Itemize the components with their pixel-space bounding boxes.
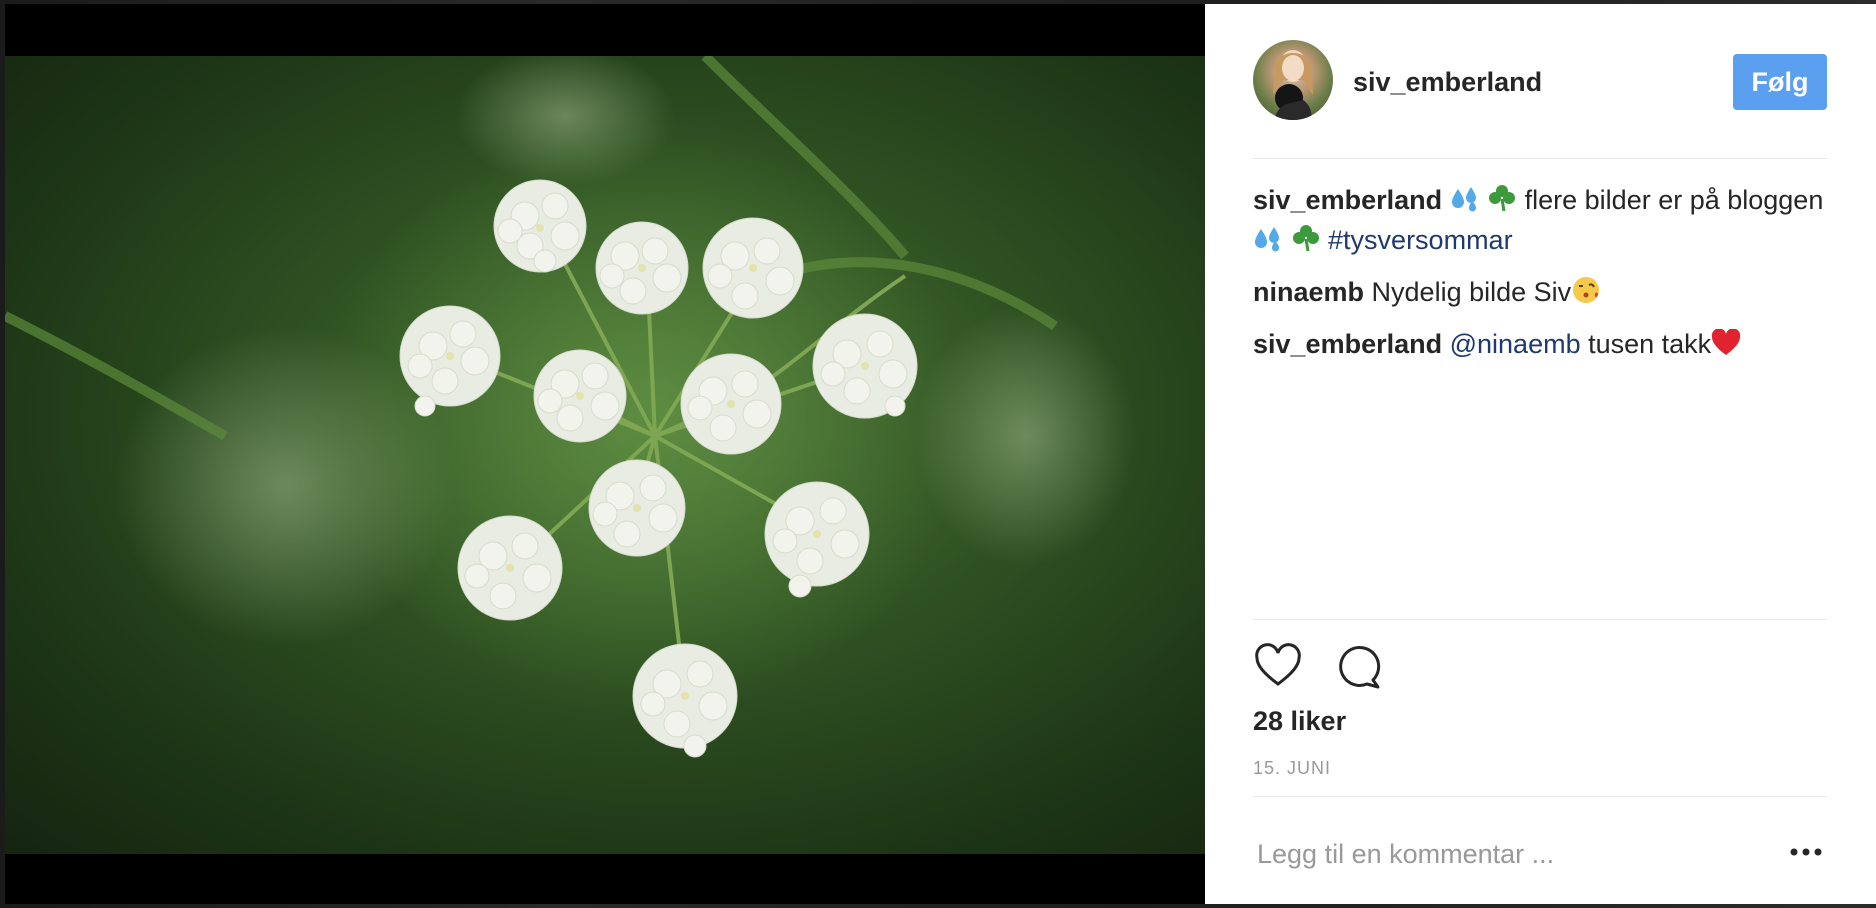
mention-link[interactable]: @ninaemb bbox=[1450, 329, 1581, 359]
post-side-panel: siv_emberland Følg siv_emberland flere b… bbox=[1205, 4, 1876, 904]
comment-item: siv_emberland flere bilder er på bloggen… bbox=[1253, 182, 1827, 262]
comment-divider bbox=[1253, 796, 1827, 797]
comment-text: Nydelig bilde Siv bbox=[1371, 277, 1572, 307]
post-photo[interactable] bbox=[5, 56, 1205, 854]
droplets-emoji bbox=[1450, 185, 1480, 222]
post-media bbox=[5, 4, 1205, 904]
droplets-emoji bbox=[1253, 225, 1283, 262]
post-modal: siv_emberland Følg siv_emberland flere b… bbox=[5, 4, 1876, 904]
hashtag-link[interactable]: #tysversommar bbox=[1328, 225, 1513, 255]
avatar-image bbox=[1273, 50, 1313, 120]
more-options-icon[interactable] bbox=[1789, 842, 1823, 862]
post-username[interactable]: siv_emberland bbox=[1353, 67, 1542, 98]
likes-count[interactable]: 28 liker bbox=[1253, 706, 1346, 737]
add-comment-box bbox=[1253, 824, 1827, 884]
red-heart-emoji bbox=[1711, 328, 1741, 366]
actions-divider bbox=[1253, 619, 1827, 620]
shamrock-emoji bbox=[1487, 183, 1517, 222]
post-date: 15. JUNI bbox=[1253, 758, 1332, 778]
comment-username[interactable]: siv_emberland bbox=[1253, 185, 1442, 215]
comment-username[interactable]: ninaemb bbox=[1253, 277, 1364, 307]
shamrock-emoji bbox=[1291, 223, 1321, 262]
flower-photo-graphic bbox=[5, 56, 1135, 758]
post-header: siv_emberland Følg bbox=[1253, 40, 1827, 120]
follow-button[interactable]: Følg bbox=[1733, 54, 1827, 110]
comment-item: siv_emberland @ninaemb tusen takk bbox=[1253, 326, 1827, 366]
heart-icon[interactable] bbox=[1253, 642, 1303, 692]
comment-username[interactable]: siv_emberland bbox=[1253, 329, 1442, 359]
comment-input[interactable] bbox=[1253, 834, 1761, 874]
comment-text: flere bilder er på bloggen bbox=[1524, 185, 1824, 215]
kiss-emoji bbox=[1571, 275, 1601, 314]
comment-text: tusen takk bbox=[1588, 329, 1712, 359]
comment-list: siv_emberland flere bilder er på bloggen… bbox=[1253, 182, 1827, 378]
avatar[interactable] bbox=[1253, 40, 1333, 120]
header-divider bbox=[1253, 158, 1827, 159]
comment-item: ninaemb Nydelig bilde Siv bbox=[1253, 274, 1827, 314]
comment-bubble-icon[interactable] bbox=[1333, 642, 1383, 692]
